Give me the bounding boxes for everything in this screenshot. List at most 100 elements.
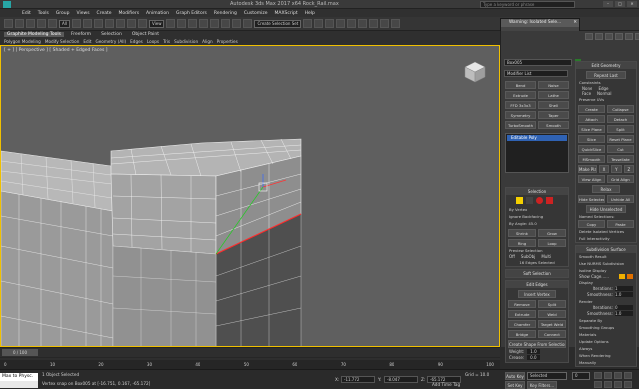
grid-align-button[interactable]: Grid Align (607, 175, 634, 183)
selection-region-icon[interactable] (93, 19, 103, 28)
time-slider[interactable]: 0 / 100 (0, 347, 500, 357)
menu-create[interactable]: Create (97, 11, 112, 16)
auto-key-button[interactable]: Auto Key (505, 372, 525, 380)
menu-modifiers[interactable]: Modifiers (119, 11, 140, 16)
motion-tab-icon[interactable] (615, 33, 623, 40)
extrude-button[interactable]: Extrude (508, 310, 536, 318)
select-by-name-icon[interactable] (82, 19, 92, 28)
modifier-stack[interactable]: Editable Poly (505, 133, 569, 173)
preview-off-radio[interactable]: Off (509, 254, 515, 259)
ribbon-tris[interactable]: Tris (163, 39, 170, 44)
ribbon-polygon-modeling[interactable]: Polygon Modeling (4, 39, 41, 44)
rotate-icon[interactable] (126, 19, 136, 28)
relax-button[interactable]: Relax (592, 185, 620, 193)
shrink-button[interactable]: Shrink (508, 229, 536, 237)
attach-button[interactable]: Attach (578, 115, 605, 123)
ribbon-geometry-all[interactable]: Geometry (All) (95, 39, 126, 44)
insert-vertex-button[interactable]: Insert Vertex (518, 290, 556, 298)
preview-subobj-radio[interactable]: SubObj (521, 254, 535, 259)
align-icon[interactable] (314, 19, 324, 28)
planar-z-button[interactable]: Z (623, 165, 635, 173)
tab-object-paint[interactable]: Object Paint (129, 32, 162, 37)
menu-graph-editors[interactable]: Graph Editors (176, 11, 207, 16)
maxscript-listener-input[interactable]: Max to Physc. (0, 373, 38, 381)
viewcube-icon[interactable] (463, 60, 487, 84)
edge-mode-icon[interactable] (526, 197, 533, 204)
reset-plane-button[interactable]: Reset Plane (607, 135, 634, 143)
quickslice-button[interactable]: QuickSlice (578, 145, 605, 153)
menu-customize[interactable]: Customize (244, 11, 268, 16)
key-selection-dropdown[interactable]: Selected (527, 372, 567, 380)
minimize-icon[interactable]: – (603, 1, 613, 7)
bind-space-warp-icon[interactable] (48, 19, 57, 28)
add-time-tag[interactable]: Add Time Tag (432, 382, 460, 387)
detach-button[interactable]: Detach (607, 115, 634, 123)
current-frame-field[interactable]: 0 (572, 372, 590, 380)
collapse-button[interactable]: Collapse (607, 105, 634, 113)
by-vertex-checkbox[interactable]: By Vertex (506, 206, 568, 213)
make-planar-button[interactable]: Make Planar (578, 165, 597, 173)
use-nurms-checkbox[interactable]: Use NURMS Subdivision (576, 260, 636, 267)
weld-button[interactable]: Weld (538, 310, 566, 318)
display-smoothness-spinner[interactable]: 1.0 (615, 292, 633, 297)
undo-icon[interactable] (4, 19, 13, 28)
ribbon-modify-selection[interactable]: Modify Selection (45, 39, 80, 44)
orbit-icon[interactable] (604, 381, 612, 388)
tessellate-button[interactable]: Tessellate (607, 155, 634, 163)
modifier-list-dropdown[interactable]: Modifier List (504, 70, 568, 77)
isoline-display-checkbox[interactable]: Isoline Display (576, 267, 636, 274)
preserve-uvs-checkbox[interactable]: Preserve UVs (576, 96, 636, 103)
modifier-symmetry-button[interactable]: Symmetry (505, 111, 536, 119)
soft-selection-header[interactable]: Soft Selection (506, 270, 568, 277)
msmooth-button[interactable]: MSmooth (578, 155, 605, 163)
viewport-label[interactable]: [ + ] [ Perspective ] [ Shaded + Edged F… (4, 48, 108, 53)
maximize-icon[interactable]: □ (615, 1, 625, 7)
split-button[interactable]: Split (538, 300, 566, 308)
selection-rollout-header[interactable]: Selection (506, 188, 568, 195)
object-name-field[interactable]: Box005 (504, 59, 572, 66)
hierarchy-tab-icon[interactable] (605, 33, 613, 40)
materials-checkbox[interactable]: Materials (576, 331, 636, 338)
modifier-shell-button[interactable]: Shell (538, 101, 569, 109)
slice-button[interactable]: Slice (578, 135, 605, 143)
split-checkbox[interactable]: Split (607, 125, 634, 133)
zoom-icon[interactable] (594, 381, 602, 388)
connect-button[interactable]: Connect (538, 330, 566, 338)
grow-button[interactable]: Grow (538, 229, 566, 237)
crease-spinner[interactable]: 0.0 (527, 355, 540, 360)
track-bar[interactable]: 0 10 20 30 40 50 60 70 80 90 100 (0, 357, 500, 369)
unlink-icon[interactable] (37, 19, 46, 28)
modifier-ffd-button[interactable]: FFD 3x3x3 (505, 101, 536, 109)
menu-animation[interactable]: Animation (146, 11, 169, 16)
angle-snap-icon[interactable] (210, 19, 220, 28)
smoothing-groups-checkbox[interactable]: Smoothing Groups (576, 324, 636, 331)
utilities-tab-icon[interactable] (635, 33, 639, 40)
create-tab-icon[interactable] (585, 33, 593, 40)
ribbon-edit[interactable]: Edit (83, 39, 91, 44)
update-always-radio[interactable]: Always (576, 345, 636, 352)
rendered-frame-icon[interactable] (380, 19, 390, 28)
planar-x-button[interactable]: X (598, 165, 610, 173)
window-crossing-icon[interactable] (104, 19, 114, 28)
modifier-smooth-button[interactable]: Smooth (538, 121, 569, 129)
named-selection-dropdown[interactable]: Create Selection Set (254, 19, 302, 28)
time-slider-thumb[interactable]: 0 / 100 (2, 349, 38, 356)
modifier-extrude-button[interactable]: Extrude (505, 91, 536, 99)
cut-button[interactable]: Cut (607, 145, 634, 153)
menu-help[interactable]: Help (305, 11, 315, 16)
render-smoothness-spinner[interactable]: 1.0 (615, 311, 633, 316)
snap-toggle-icon[interactable] (199, 19, 209, 28)
percent-snap-icon[interactable] (221, 19, 231, 28)
chamfer-button[interactable]: Chamfer (508, 320, 536, 328)
ribbon-properties[interactable]: Properties (217, 39, 238, 44)
remove-button[interactable]: Remove (508, 300, 536, 308)
menu-group[interactable]: Group (56, 11, 70, 16)
loop-button[interactable]: Loop (538, 239, 566, 247)
edit-edges-header[interactable]: Edit Edges (506, 281, 568, 288)
mirror-icon[interactable] (303, 19, 313, 28)
redo-icon[interactable] (15, 19, 24, 28)
close-icon[interactable]: ✕ (573, 19, 577, 27)
hide-selected-button[interactable]: Hide Selected (578, 195, 605, 203)
update-manually-radio[interactable]: Manually (576, 359, 636, 366)
border-mode-icon[interactable] (536, 197, 543, 204)
